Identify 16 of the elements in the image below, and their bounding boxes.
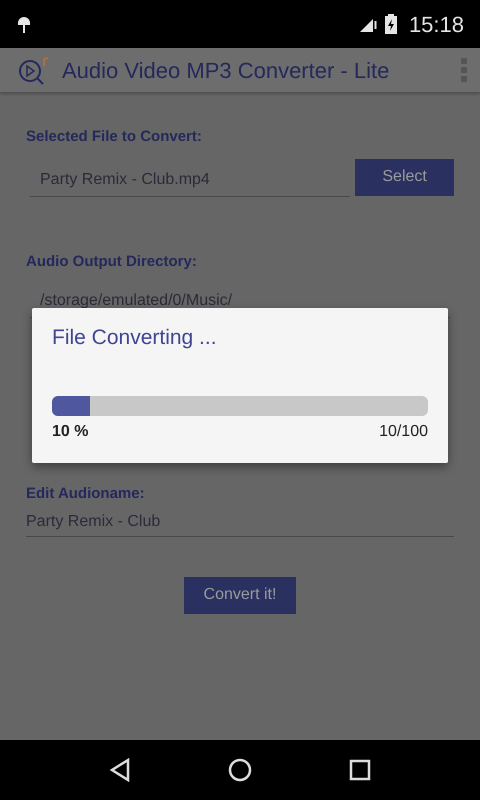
dialog-title: File Converting ... <box>52 325 218 351</box>
select-button[interactable]: Select <box>355 158 454 196</box>
back-icon[interactable] <box>108 758 131 782</box>
progress-percent: 10 % <box>52 422 88 442</box>
file-field[interactable]: Party Remix - Club.mp4 <box>30 168 350 196</box>
battery-icon <box>384 14 397 34</box>
audioname-field[interactable]: Party Remix - Club <box>26 510 454 536</box>
home-icon[interactable] <box>228 758 252 782</box>
clock: 15:18 <box>408 10 464 38</box>
field-label: Edit Audioname: <box>26 484 146 504</box>
progress-count: 10/100 <box>379 422 428 442</box>
field-label: Selected File to Convert: <box>26 127 203 147</box>
field-label: Audio Output Directory: <box>26 252 198 272</box>
app-title: Audio Video MP3 Converter - Lite <box>62 56 390 84</box>
convert-button[interactable]: Convert it! <box>184 576 296 614</box>
recents-icon[interactable] <box>349 759 372 781</box>
